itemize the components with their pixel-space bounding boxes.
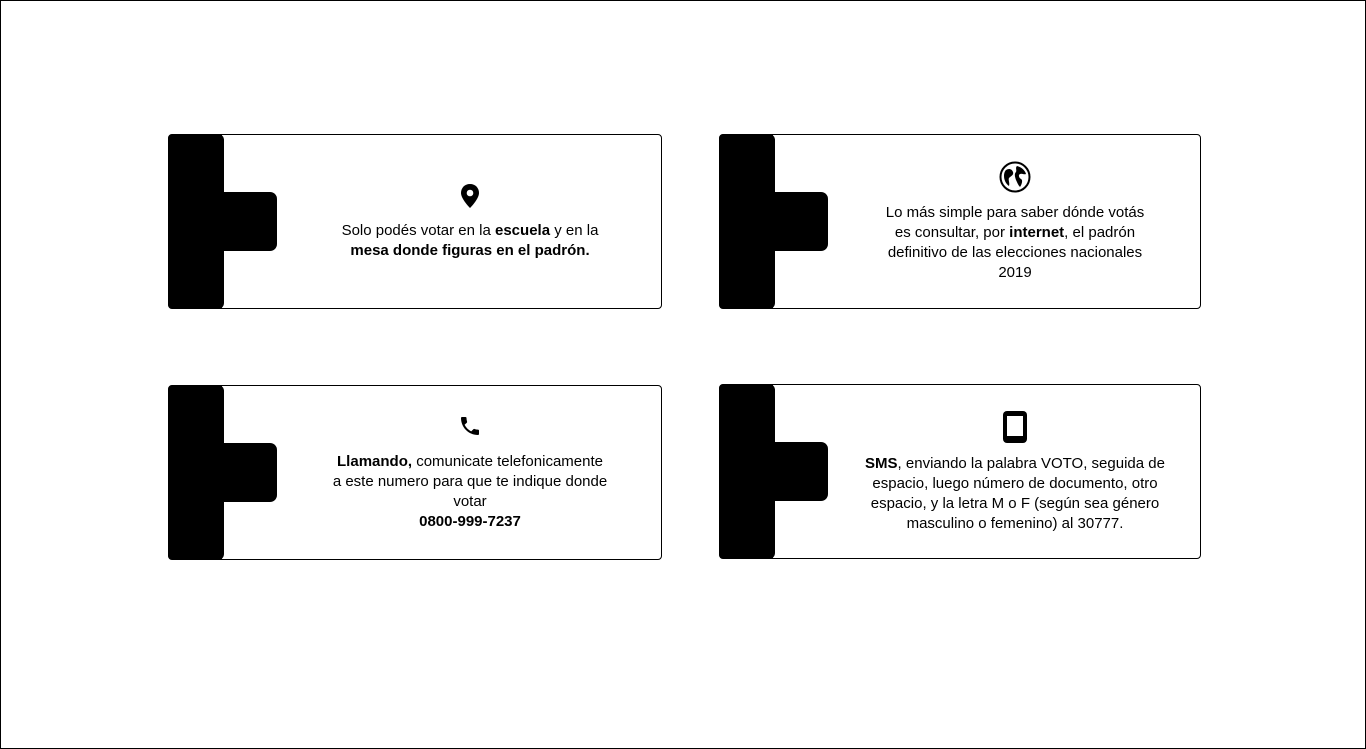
card-text-line: espacio, luego número de documento, otro [872, 474, 1158, 492]
card-content: Lo más simple para saber dónde votás es … [830, 135, 1200, 308]
card-text-line: Solo podés votar en la escuela y en la [341, 221, 599, 239]
card-tab-decoration [719, 384, 829, 559]
card-text-line: a este numero para que te indique donde [332, 472, 608, 490]
card-content: Solo podés votar en la escuela y en la m… [279, 135, 661, 308]
card-tab-decoration [719, 134, 829, 309]
card-text-line: votar [453, 492, 487, 510]
card-text-line: espacio, y la letra M o F (según sea gén… [870, 494, 1160, 512]
card-tab-decoration [168, 385, 278, 560]
card-tab-decoration [168, 134, 278, 309]
info-card-location: Solo podés votar en la escuela y en la m… [168, 134, 662, 309]
card-text-line: 2019 [998, 263, 1032, 281]
card-text-line: es consultar, por internet, el padrón [894, 223, 1136, 241]
card-text-line: Lo más simple para saber dónde votás [885, 203, 1145, 221]
card-text-line: definitivo de las elecciones nacionales [887, 243, 1143, 261]
card-text-line: Llamando, comunicate telefonicamente [337, 452, 603, 470]
map-pin-icon [461, 183, 479, 208]
card-text-line-bold: mesa donde figuras en el padrón. [350, 241, 590, 259]
card-content: Llamando, comunicate telefonicamente a e… [279, 386, 661, 559]
info-card-sms: SMS, enviando la palabra VOTO, seguida d… [719, 384, 1201, 559]
globe-icon [999, 161, 1031, 192]
phone-icon [461, 416, 479, 435]
card-content: SMS, enviando la palabra VOTO, seguida d… [830, 385, 1200, 558]
phone-number: 0800-999-7237 [419, 512, 521, 530]
info-card-internet: Lo más simple para saber dónde votás es … [719, 134, 1201, 309]
card-text-line: SMS, enviando la palabra VOTO, seguida d… [865, 454, 1165, 472]
tablet-icon [1003, 410, 1027, 443]
info-card-phone: Llamando, comunicate telefonicamente a e… [168, 385, 662, 560]
card-text-line: masculino o femenino) al 30777. [906, 514, 1124, 532]
page-frame: Solo podés votar en la escuela y en la m… [0, 0, 1366, 749]
